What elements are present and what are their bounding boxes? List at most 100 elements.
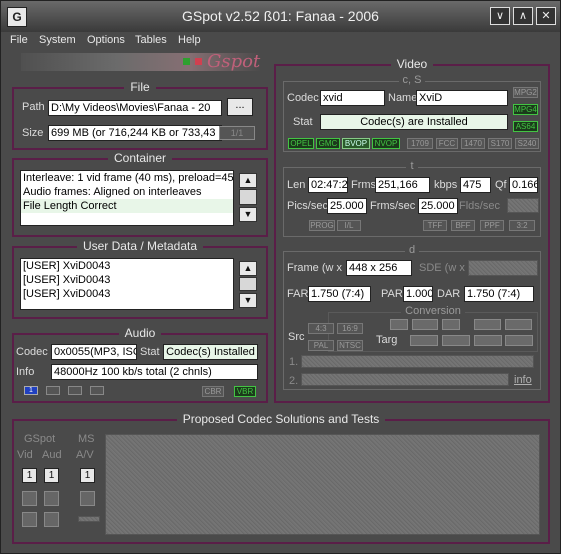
tff-flag: TFF — [423, 220, 447, 231]
list-item[interactable]: Audio frames: Aligned on interleaves — [21, 185, 233, 199]
qf-field[interactable]: 0.166 — [509, 177, 538, 193]
vid-label: Vid — [17, 449, 33, 461]
audio-stat-field[interactable]: Codec(s) Installed — [163, 344, 258, 360]
vid-solution-3-button[interactable] — [22, 512, 37, 527]
av-solution-1-button[interactable]: 1 — [80, 468, 95, 483]
size-field[interactable]: 699 MB (or 716,244 KB or 733,43 — [48, 125, 222, 141]
video-group: Video c, S Codec xvid Name XviD MPG2 MPG… — [274, 57, 550, 403]
list-item[interactable]: File Length Correct — [21, 199, 233, 213]
audio-stream-chip-3[interactable] — [68, 386, 82, 395]
video-name-label: Name — [388, 92, 418, 104]
src-ntsc-flag: NTSC — [337, 340, 363, 351]
frms-sec-label: Frms/sec — [370, 200, 416, 212]
aud-label: Aud — [42, 449, 62, 461]
file-group: File Path D:\My Videos\Movies\Fanaa - 20… — [12, 80, 268, 150]
video-codec-label: Codec — [287, 92, 319, 104]
av-solution-2-button[interactable] — [80, 491, 95, 506]
audio-stream-chip-1[interactable]: 1 — [24, 386, 38, 395]
conversion-line-1 — [301, 355, 534, 368]
far-field[interactable]: 1.750 (7:4) — [308, 286, 371, 302]
menu-file[interactable]: File — [10, 34, 28, 46]
src-pal-flag: PAL — [308, 340, 334, 351]
audio-codec-label: Codec — [16, 346, 48, 358]
title-bar[interactable]: G GSpot v2.52 ß01: Fanaa - 2006 ∨ ∧ ✕ — [1, 1, 560, 33]
path-field[interactable]: D:\My Videos\Movies\Fanaa - 20 — [48, 100, 222, 116]
av-label: A/V — [76, 449, 94, 461]
len-label: Len — [287, 179, 306, 191]
ppf-flag: PPF — [480, 220, 504, 231]
dimensions-subgroup: d Frame (w x 448 x 256 SDE (w x FAR 1.75… — [283, 244, 541, 390]
scroll-down-icon[interactable]: ▼ — [239, 293, 257, 308]
menu-bar: File System Options Tables Help — [1, 32, 560, 50]
size-label: Size — [22, 127, 44, 139]
list-item[interactable]: [USER] XviD0043 — [21, 273, 233, 287]
bvop-flag: BVOP — [342, 138, 370, 149]
aud-solution-3-button[interactable] — [44, 512, 59, 527]
video-group-title: Video — [390, 57, 434, 71]
menu-help[interactable]: Help — [178, 34, 201, 46]
menu-system[interactable]: System — [39, 34, 76, 46]
info-link[interactable]: info — [514, 374, 532, 386]
menu-tables[interactable]: Tables — [135, 34, 167, 46]
user-data-group-title: User Data / Metadata — [76, 239, 204, 253]
targ-flag — [390, 319, 408, 330]
sde-field — [468, 260, 538, 276]
scroll-up-icon[interactable]: ▲ — [239, 261, 257, 276]
list-item[interactable]: Interleave: 1 vid frame (40 ms), preload… — [21, 171, 233, 185]
scroll-down-icon[interactable]: ▼ — [239, 207, 257, 222]
audio-stream-chip-4[interactable] — [90, 386, 104, 395]
proposed-group: Proposed Codec Solutions and Tests GSpot… — [12, 412, 550, 544]
video-stat-field[interactable]: Codec(s) are Installed — [320, 114, 508, 130]
targ-flag — [412, 319, 438, 330]
video-codec-field[interactable]: xvid — [320, 90, 385, 106]
frms-field[interactable]: 251,166 — [375, 177, 430, 193]
timing-subgroup-title: t — [406, 160, 418, 172]
list-item[interactable]: [USER] XviD0043 — [21, 287, 233, 301]
kbps-label: kbps — [434, 179, 458, 191]
aud-solution-1-button[interactable]: 1 — [44, 468, 59, 483]
pics-sec-label: Pics/sec — [287, 200, 328, 212]
qf-label: Qf — [495, 179, 507, 191]
audio-stream-chip-2[interactable] — [46, 386, 60, 395]
src-16-9-flag: 16:9 — [337, 323, 363, 334]
targ-flag — [442, 335, 470, 346]
src-4-3-flag: 4:3 — [308, 323, 334, 334]
scrollbar-track[interactable] — [239, 189, 257, 205]
restore-icon[interactable]: ∧ — [513, 7, 533, 25]
vid-solution-1-button[interactable]: 1 — [22, 468, 37, 483]
audio-group-title: Audio — [118, 326, 162, 340]
pulldown-flag: 3:2 — [509, 220, 535, 231]
timing-subgroup: t Len 02:47:2 Frms 251,166 kbps 475 Qf 0… — [283, 160, 541, 237]
scrollbar-track[interactable] — [239, 277, 257, 291]
dimensions-subgroup-title: d — [404, 244, 420, 256]
path-label: Path — [22, 101, 45, 113]
bff-flag: BFF — [451, 220, 475, 231]
par-field[interactable]: 1.000 — [403, 286, 433, 302]
close-icon[interactable]: ✕ — [536, 7, 556, 25]
user-data-list[interactable]: [USER] XviD0043 [USER] XviD0043 [USER] X… — [20, 258, 234, 310]
vbr-flag: VBR — [234, 386, 256, 397]
browse-button[interactable]: ... — [227, 98, 253, 116]
aud-solution-2-button[interactable] — [44, 491, 59, 506]
container-list[interactable]: Interleave: 1 vid frame (40 ms), preload… — [20, 170, 234, 226]
list-item[interactable]: [USER] XviD0043 — [21, 259, 233, 273]
scroll-up-icon[interactable]: ▲ — [239, 173, 257, 188]
menu-options[interactable]: Options — [87, 34, 125, 46]
page-indicator: 1/1 — [219, 126, 255, 140]
vid-solution-2-button[interactable] — [22, 491, 37, 506]
len-field[interactable]: 02:47:2 — [308, 177, 348, 193]
frame-field[interactable]: 448 x 256 — [346, 260, 412, 276]
dar-label: DAR — [437, 288, 461, 300]
conversion-subgroup-title: Conversion — [401, 305, 465, 317]
pics-sec-field[interactable]: 25.000 — [327, 198, 367, 214]
dar-field[interactable]: 1.750 (7:4) — [464, 286, 534, 302]
video-name-field[interactable]: XviD — [416, 90, 508, 106]
audio-codec-field[interactable]: 0x0055(MP3, ISO — [51, 344, 137, 360]
mpg2-tag: MPG2 — [513, 87, 538, 98]
targ-flag — [474, 335, 502, 346]
kbps-field[interactable]: 475 — [460, 177, 491, 193]
audio-info-field[interactable]: 48000Hz 100 kb/s total (2 chnls) — [51, 364, 258, 380]
targ-flag — [505, 319, 532, 330]
minimize-icon[interactable]: ∨ — [490, 7, 510, 25]
frms-sec-field[interactable]: 25.000 — [418, 198, 458, 214]
